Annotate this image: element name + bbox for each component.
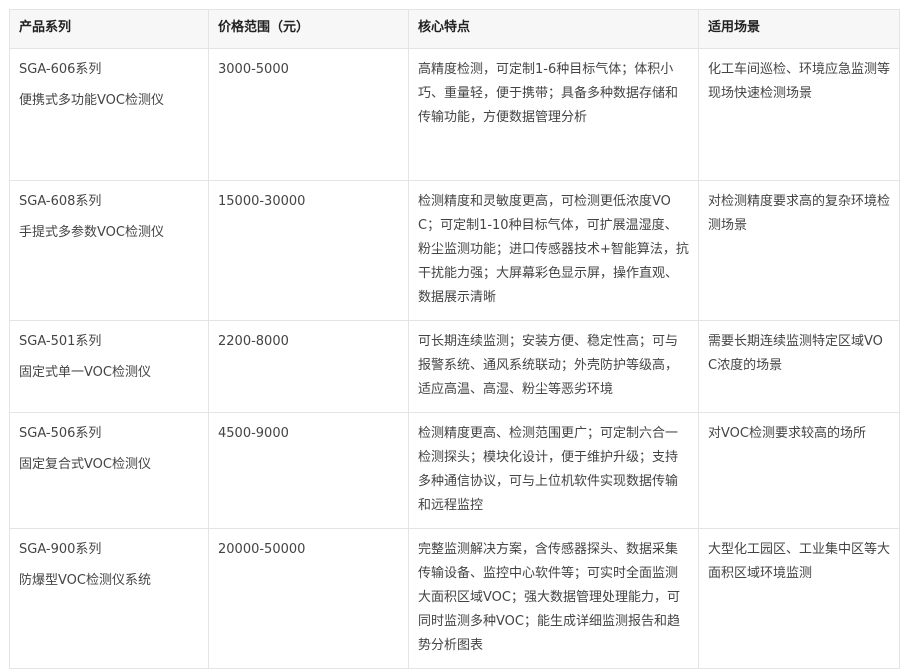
table-row: SGA-608系列 手提式多参数VOC检测仪 15000-30000 检测精度和…: [9, 180, 900, 321]
series-code: SGA-606系列: [19, 62, 102, 77]
cell-scenario: 化工车间巡检、环境应急监测等现场快速检测场景: [698, 48, 900, 181]
header-price: 价格范围（元）: [208, 9, 409, 49]
product-table-container: 产品系列 价格范围（元） 核心特点 适用场景 SGA-606系列 便携式多功能V…: [9, 9, 900, 669]
cell-series: SGA-606系列 便携式多功能VOC检测仪: [9, 48, 209, 181]
cell-series: SGA-501系列 固定式单一VOC检测仪: [9, 320, 209, 413]
cell-series: SGA-506系列 固定复合式VOC检测仪: [9, 412, 209, 529]
series-code: SGA-501系列: [19, 334, 102, 349]
cell-scenario: 对检测精度要求高的复杂环境检测场景: [698, 180, 900, 321]
table-row: SGA-606系列 便携式多功能VOC检测仪 3000-5000 高精度检测，可…: [9, 48, 900, 181]
product-name: 固定复合式VOC检测仪: [19, 457, 151, 472]
cell-price: 20000-50000: [208, 528, 409, 669]
table-row: SGA-501系列 固定式单一VOC检测仪 2200-8000 可长期连续监测；…: [9, 320, 900, 413]
product-name: 便携式多功能VOC检测仪: [19, 93, 164, 108]
table-row: SGA-506系列 固定复合式VOC检测仪 4500-9000 检测精度更高、检…: [9, 412, 900, 529]
cell-features: 完整监测解决方案，含传感器探头、数据采集传输设备、监控中心软件等；可实时全面监测…: [408, 528, 699, 669]
header-features: 核心特点: [408, 9, 699, 49]
cell-features: 高精度检测，可定制1-6种目标气体；体积小巧、重量轻，便于携带；具备多种数据存储…: [408, 48, 699, 181]
cell-price: 2200-8000: [208, 320, 409, 413]
cell-features: 检测精度更高、检测范围更广；可定制六合一检测探头；模块化设计，便于维护升级；支持…: [408, 412, 699, 529]
cell-series: SGA-900系列 防爆型VOC检测仪系统: [9, 528, 209, 669]
cell-price: 15000-30000: [208, 180, 409, 321]
product-comparison-table: 产品系列 价格范围（元） 核心特点 适用场景 SGA-606系列 便携式多功能V…: [9, 9, 900, 669]
product-name: 固定式单一VOC检测仪: [19, 365, 151, 380]
product-name: 防爆型VOC检测仪系统: [19, 573, 151, 588]
table-header-row: 产品系列 价格范围（元） 核心特点 适用场景: [9, 9, 900, 49]
series-code: SGA-506系列: [19, 426, 102, 441]
series-code: SGA-900系列: [19, 542, 102, 557]
cell-price: 4500-9000: [208, 412, 409, 529]
cell-price: 3000-5000: [208, 48, 409, 181]
cell-scenario: 对VOC检测要求较高的场所: [698, 412, 900, 529]
product-name: 手提式多参数VOC检测仪: [19, 225, 164, 240]
header-series: 产品系列: [9, 9, 209, 49]
table-row: SGA-900系列 防爆型VOC检测仪系统 20000-50000 完整监测解决…: [9, 528, 900, 669]
series-code: SGA-608系列: [19, 194, 102, 209]
cell-features: 检测精度和灵敏度更高，可检测更低浓度VOC；可定制1-10种目标气体，可扩展温湿…: [408, 180, 699, 321]
cell-series: SGA-608系列 手提式多参数VOC检测仪: [9, 180, 209, 321]
cell-features: 可长期连续监测；安装方便、稳定性高；可与报警系统、通风系统联动；外壳防护等级高，…: [408, 320, 699, 413]
header-scenario: 适用场景: [698, 9, 900, 49]
cell-scenario: 大型化工园区、工业集中区等大面积区域环境监测: [698, 528, 900, 669]
cell-scenario: 需要长期连续监测特定区域VOC浓度的场景: [698, 320, 900, 413]
